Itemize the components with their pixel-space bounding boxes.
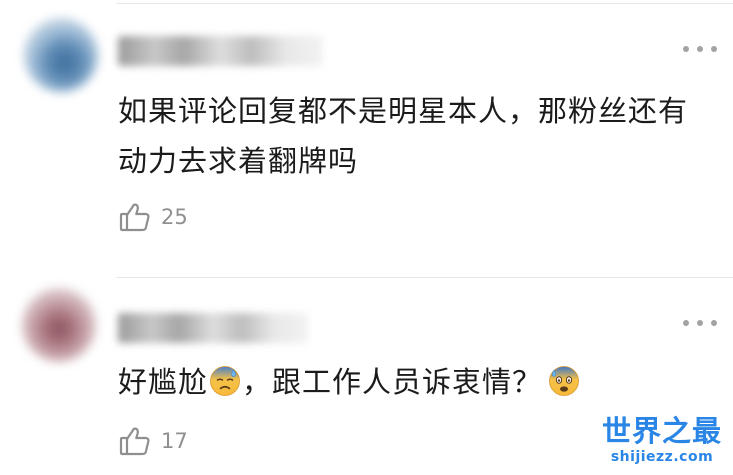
avatar[interactable] [22,288,96,362]
comment-thread: 如果评论回复都不是明星本人，那粉丝还有 动力去求着翻牌吗 25 好尴尬 ，跟工作… [0,0,733,475]
watermark-title: 世界之最 [601,414,722,448]
watermark-url: shijiezz.com [610,449,714,465]
comment-text: 好尴尬 ，跟工作人员诉衷情？ [118,357,718,407]
comment-text-part: 好尴尬 [118,365,209,399]
comment-text-part: ，跟工作人员诉衷情？ [242,365,543,399]
anxious-sweat-emoji-icon [549,366,579,396]
site-watermark: 世界之最 shijiezz.com [592,414,732,466]
comment-item: 好尴尬 ，跟工作人员诉衷情？ 17 [0,0,733,475]
like-count: 17 [161,429,188,453]
sad-sweat-emoji-icon [210,366,240,396]
like-button[interactable]: 17 [118,424,188,458]
thumbs-up-icon [119,427,150,456]
more-options-icon[interactable] [683,318,717,328]
username-blurred[interactable] [118,313,308,343]
